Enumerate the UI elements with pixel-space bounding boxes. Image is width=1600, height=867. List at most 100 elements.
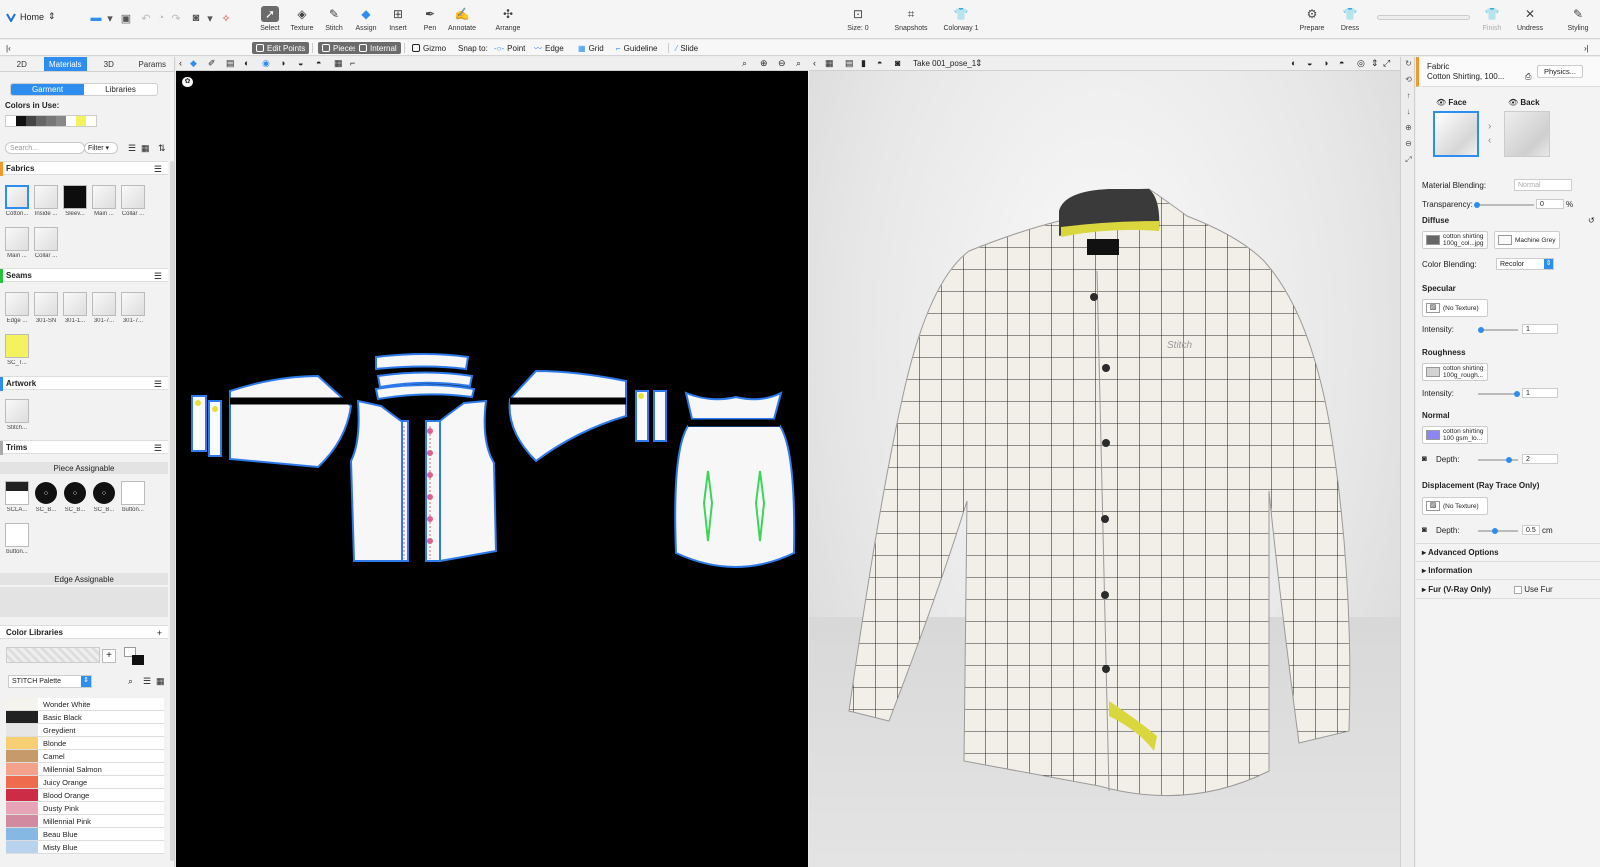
pattern-view-icon[interactable]: ◆ bbox=[190, 58, 197, 69]
undo-icon[interactable]: ↶ bbox=[138, 11, 154, 25]
pattern-2d-viewport[interactable]: ‹ ◆ ✐ ▤ ◐ ◉ ◑ ◒ ◓ ▦ ⌐ ⌕ ⊕ ⊖ ⌕ ✿ bbox=[176, 57, 808, 867]
add-color-button[interactable]: + bbox=[102, 649, 116, 663]
back-material-preview[interactable] bbox=[1504, 111, 1550, 157]
yoke-piece[interactable] bbox=[684, 391, 783, 420]
sleeve-left-piece[interactable] bbox=[229, 374, 353, 469]
dress-button[interactable]: 👕 Dress bbox=[1332, 6, 1368, 36]
seam-item[interactable]: SC_T... bbox=[5, 334, 29, 368]
colorway-button[interactable]: 👕 Colorway 1 bbox=[940, 6, 982, 36]
fabric-item[interactable]: Cotton... bbox=[5, 185, 29, 219]
chevron-left-icon[interactable]: ‹ bbox=[179, 58, 182, 68]
seam-item[interactable]: 301-1... bbox=[63, 292, 87, 326]
stitch-tool-button[interactable]: ✎ Stitch bbox=[316, 6, 352, 36]
trims-section-header[interactable]: Trims ☰ bbox=[0, 440, 168, 455]
swap-colors-icon[interactable] bbox=[124, 647, 144, 665]
front-right-piece[interactable] bbox=[439, 399, 498, 563]
specular-intensity-value[interactable]: 1 bbox=[1522, 324, 1558, 334]
palette-color-row[interactable]: Basic Black bbox=[6, 711, 164, 724]
garment-view-icon[interactable]: ◒ bbox=[1307, 58, 1312, 68]
fabrics-section-header[interactable]: Fabrics ☰ bbox=[0, 161, 168, 176]
home-menu[interactable]: Home ⇕ bbox=[6, 11, 56, 22]
styling-button[interactable]: ✎ Styling bbox=[1560, 6, 1596, 36]
transparency-slider[interactable] bbox=[1476, 204, 1534, 206]
zoom-out-icon[interactable]: ⊖ bbox=[778, 58, 786, 69]
normal-depth-value[interactable]: 2 bbox=[1522, 454, 1558, 464]
arrow-down-icon[interactable]: ↓ bbox=[1403, 107, 1414, 118]
search-icon[interactable]: ⌕ bbox=[128, 676, 133, 687]
mesh-view-icon[interactable]: ◉ bbox=[262, 58, 270, 69]
grid-view-icon[interactable]: ▦ bbox=[334, 58, 343, 69]
camera-icon[interactable]: ◙ bbox=[895, 58, 900, 68]
menu-icon[interactable]: ☰ bbox=[154, 379, 162, 390]
pen-tool-button[interactable]: ✒ Pen bbox=[412, 6, 448, 36]
material-blending-dropdown[interactable]: Normal bbox=[1514, 179, 1572, 191]
slide-toggle[interactable]: ⁄ Slide bbox=[672, 42, 702, 54]
chevron-updown-icon[interactable]: ⇕ bbox=[975, 58, 983, 69]
take-label[interactable]: Take 001_pose_1 bbox=[913, 59, 976, 68]
palette-color-row[interactable]: Dusty Pink bbox=[6, 802, 164, 815]
snap-edge-toggle[interactable]: 〰 Edge bbox=[530, 42, 568, 54]
tab-3d[interactable]: 3D bbox=[87, 57, 131, 71]
gizmo-toggle[interactable]: Gizmo bbox=[408, 42, 450, 54]
list-view-icon[interactable]: ☰ bbox=[128, 143, 136, 154]
undress-button[interactable]: ✕ Undress bbox=[1512, 6, 1548, 36]
insert-tool-button[interactable]: ⊞ Insert bbox=[380, 6, 416, 36]
roughness-intensity-slider[interactable] bbox=[1478, 393, 1518, 395]
annotate-tool-button[interactable]: ✍ Annotate bbox=[444, 6, 480, 36]
color-in-use-swatch[interactable] bbox=[86, 116, 96, 126]
shade-view-icon[interactable]: ◑ bbox=[280, 58, 285, 68]
menu-icon[interactable]: ☰ bbox=[154, 164, 162, 175]
collar-band-piece[interactable] bbox=[375, 353, 470, 371]
left-panel-scrollbar[interactable] bbox=[170, 161, 174, 861]
fabric-item[interactable]: Sleev... bbox=[63, 185, 87, 219]
seam-item[interactable]: 301-SN bbox=[34, 292, 58, 326]
pin-icon[interactable]: ✐ bbox=[208, 58, 216, 69]
tab-params[interactable]: Params bbox=[131, 57, 175, 71]
history-icon[interactable]: ◔ bbox=[153, 11, 169, 25]
chevron-down-icon[interactable]: ▾ bbox=[202, 11, 218, 25]
garment-3d-viewport[interactable]: ‹ ▦ ▤ ▮ ◓ ◙ Take 001_pose_1 ⇕ ◐ ◒ ◑ ◓ ◎ … bbox=[809, 57, 1400, 867]
color-in-use-swatch[interactable] bbox=[16, 116, 26, 126]
arrow-up-icon[interactable]: ↑ bbox=[1403, 91, 1414, 102]
slider-knob[interactable] bbox=[1514, 391, 1520, 397]
arrange-tool-button[interactable]: ✣ Arrange bbox=[490, 6, 526, 36]
stress-view-icon[interactable]: ◓ bbox=[316, 58, 321, 68]
rotate-icon[interactable]: ↻ bbox=[1403, 59, 1414, 70]
physics-button[interactable]: Physics... bbox=[1537, 65, 1583, 78]
zoom-in-icon[interactable]: ⊕ bbox=[1403, 123, 1414, 134]
transparency-value[interactable]: 0 bbox=[1536, 199, 1564, 209]
information-expander[interactable]: ▸ Information bbox=[1422, 566, 1472, 575]
color-libraries-header[interactable]: Color Libraries + bbox=[0, 625, 168, 639]
reset-icon[interactable]: ↺ bbox=[1588, 216, 1595, 225]
normal-texture-slot[interactable]: cotton shirting 100 gsm_lo... bbox=[1422, 426, 1488, 444]
face-toggle[interactable]: 👁 Face bbox=[1436, 98, 1467, 107]
finish-button[interactable]: 👕 Finish bbox=[1474, 6, 1510, 36]
fabric-item[interactable]: Main ... bbox=[5, 227, 29, 261]
palette-color-row[interactable]: Beau Blue bbox=[6, 828, 164, 841]
transparency-knob[interactable] bbox=[1474, 202, 1480, 208]
save-icon[interactable]: ▣ bbox=[118, 11, 134, 25]
trim-item[interactable]: ⁘ SC_B... bbox=[63, 481, 87, 515]
snap-grid-toggle[interactable]: ▦ Grid bbox=[574, 42, 608, 54]
trim-item[interactable]: ⁘ SC_B... bbox=[34, 481, 58, 515]
menu-icon[interactable]: ☰ bbox=[154, 271, 162, 282]
sort-icon[interactable]: ⇅ bbox=[158, 143, 166, 154]
texture-view-icon[interactable]: ▤ bbox=[226, 58, 235, 69]
copy-right-icon[interactable]: › bbox=[1488, 121, 1491, 132]
collar-piece[interactable] bbox=[374, 384, 476, 401]
collapse-right-icon[interactable]: ›| bbox=[1580, 42, 1593, 54]
shade-view-icon[interactable]: ◑ bbox=[1323, 58, 1328, 68]
lasso-icon[interactable]: ⟲ bbox=[1403, 75, 1414, 86]
color-in-use-swatch[interactable] bbox=[26, 116, 36, 126]
snap-point-toggle[interactable]: -○- Point bbox=[490, 42, 529, 54]
chevron-updown-icon[interactable]: ⇕ bbox=[1371, 58, 1379, 69]
palette-color-row[interactable]: Millennial Salmon bbox=[6, 763, 164, 776]
pause-icon[interactable]: ▮ bbox=[861, 58, 866, 69]
info-icon[interactable]: ⎙ bbox=[1525, 72, 1531, 82]
fur-expander[interactable]: ▸ Fur (V-Ray Only) bbox=[1422, 585, 1491, 594]
filter-dropdown[interactable]: Filter ▾ bbox=[84, 142, 118, 154]
fit-view-icon[interactable]: ⤢ bbox=[1403, 155, 1414, 166]
palette-color-row[interactable]: Greydient bbox=[6, 724, 164, 737]
specular-intensity-slider[interactable] bbox=[1478, 329, 1518, 331]
trim-item[interactable]: button... bbox=[121, 481, 145, 515]
